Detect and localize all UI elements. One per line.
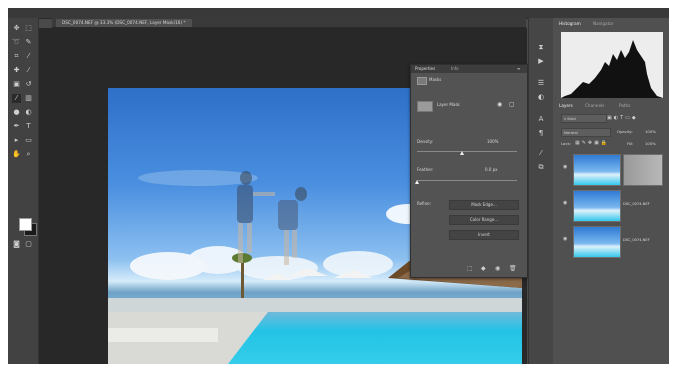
foreground-color-swatch[interactable] — [19, 218, 32, 231]
hand-tool-icon[interactable]: ✋ — [12, 150, 21, 159]
photoshop-window: DSC_0074.NEF @ 33.3% (DSC_0074.NEF, Laye… — [8, 8, 669, 364]
mask-section-icon — [417, 77, 427, 85]
quick-mask-icon[interactable]: ◙ — [12, 240, 21, 249]
blend-mode-select[interactable]: Normal — [561, 128, 611, 137]
zoom-tool-icon[interactable]: ⌕ — [24, 150, 33, 159]
character-panel-icon[interactable]: A — [536, 114, 546, 124]
tab-layers[interactable]: Layers — [559, 102, 573, 110]
move-tool-icon[interactable]: ✥ — [12, 24, 21, 33]
add-vector-mask-icon[interactable]: ▢ — [509, 101, 517, 109]
type-tool-icon[interactable]: T — [24, 122, 33, 131]
kind-filter-label: Kind — [567, 116, 576, 121]
layer-thumbnail — [573, 226, 621, 258]
feather-slider-knob[interactable] — [415, 180, 419, 184]
density-slider-knob[interactable] — [460, 151, 464, 155]
screen-mode-icon[interactable]: ▢ — [24, 240, 33, 249]
marquee-tool-icon[interactable]: ⬚ — [24, 24, 33, 33]
lasso-tool-icon[interactable]: ➰ — [12, 38, 21, 47]
actions-panel-icon[interactable]: ▶ — [536, 56, 546, 66]
density-value[interactable]: 100% — [487, 139, 498, 145]
layer-mask-thumbnail — [417, 101, 433, 112]
histogram-icon — [561, 40, 663, 98]
mask-edge-button[interactable]: Mask Edge... — [449, 200, 519, 210]
layer-thumbnail — [573, 190, 621, 222]
blur-tool-icon[interactable]: ● — [12, 108, 21, 117]
delete-mask-icon[interactable]: 🗑 — [509, 265, 517, 273]
mask-type-label: Layer Mask — [437, 102, 460, 107]
tab-paths[interactable]: Paths — [619, 102, 630, 110]
document-tab-bar: DSC_0074.NEF @ 33.3% (DSC_0074.NEF, Laye… — [52, 18, 526, 28]
invert-button[interactable]: Invert — [449, 230, 519, 240]
masks-section-label: Masks — [429, 77, 442, 82]
histogram-graph — [561, 32, 663, 98]
dodge-tool-icon[interactable]: ◐ — [24, 108, 33, 117]
fill-value[interactable]: 100% — [645, 141, 656, 147]
paragraph-panel-icon[interactable]: ¶ — [536, 128, 546, 138]
tab-channels[interactable]: Channels — [585, 102, 604, 110]
layer-row[interactable]: ◉ — [563, 150, 663, 186]
history-brush-tool-icon[interactable]: ↺ — [24, 80, 33, 89]
adjustments-panel-icon[interactable]: ◐ — [536, 92, 546, 102]
path-select-tool-icon[interactable]: ▸ — [12, 136, 21, 145]
eyedropper-tool-icon[interactable]: ⁄ — [24, 52, 33, 61]
lock-label: Lock: — [561, 141, 571, 146]
layer-filter-icons[interactable]: ▣◐T▭◆ — [607, 114, 663, 122]
layer-name[interactable]: DSC_0074.NEF — [623, 238, 650, 242]
clone-source-panel-icon[interactable]: ⧉ — [536, 162, 546, 172]
fill-label: Fill: — [627, 141, 634, 146]
refine-label: Refine: — [417, 201, 431, 206]
quick-select-tool-icon[interactable]: ✎ — [24, 38, 33, 47]
layer-thumbnail — [573, 154, 621, 186]
crop-tool-icon[interactable]: ⌗ — [12, 52, 21, 61]
visibility-eye-icon[interactable]: ◉ — [563, 236, 569, 242]
pen-tool-icon[interactable]: ✒ — [12, 122, 21, 131]
tab-info[interactable]: Info — [451, 65, 459, 73]
tab-navigator[interactable]: Navigator — [593, 20, 614, 28]
layer-name[interactable]: DSC_0074.NEF — [623, 202, 650, 206]
eraser-tool-icon[interactable]: ⁄ — [12, 94, 21, 103]
visibility-eye-icon[interactable]: ◉ — [563, 200, 569, 206]
history-panel-icon[interactable]: ⧗ — [536, 42, 546, 52]
lock-icons[interactable]: ▦✎✥▣🔒 — [575, 140, 615, 147]
document-tab[interactable]: DSC_0074.NEF @ 33.3% (DSC_0074.NEF, Laye… — [56, 19, 192, 27]
properties-panel: Properties Info ≡ Masks Layer Mask ◉ ▢ D… — [410, 64, 528, 278]
color-range-button[interactable]: Color Range... — [449, 215, 519, 225]
healing-tool-icon[interactable]: ✚ — [12, 66, 21, 75]
apply-mask-icon[interactable]: ◆ — [481, 265, 489, 273]
select-pixel-mask-icon[interactable]: ◉ — [497, 101, 505, 109]
visibility-eye-icon[interactable]: ◉ — [563, 164, 569, 170]
density-label: Density: — [417, 139, 434, 144]
load-selection-icon[interactable]: ⬚ — [467, 265, 475, 273]
clone-stamp-tool-icon[interactable]: ▣ — [12, 80, 21, 89]
layer-mask-thumbnail[interactable] — [623, 154, 663, 186]
panel-menu-icon[interactable]: ≡ — [517, 65, 520, 73]
feather-slider-track[interactable] — [417, 180, 517, 181]
tab-properties[interactable]: Properties — [415, 65, 435, 73]
layer-row[interactable]: ◉ DSC_0074.NEF — [563, 222, 663, 258]
feather-value[interactable]: 0.0 px — [485, 167, 498, 173]
layer-row[interactable]: ◉ DSC_0074.NEF — [563, 186, 663, 222]
brush-tool-icon[interactable]: ⁄ — [24, 66, 33, 75]
tab-histogram[interactable]: Histogram — [559, 20, 581, 28]
right-panels: Histogram Navigator Layers Channels Path… — [553, 18, 669, 364]
tools-panel: ✥ ⬚ ➰ ✎ ⌗ ⁄ ✚ ⁄ ▣ ↺ ⁄ ▥ ● ◐ ✒ T ▸ ▭ ✋ ⌕ … — [8, 18, 39, 364]
feather-label: Feather: — [417, 167, 434, 172]
opacity-label: Opacity: — [617, 129, 633, 134]
disable-mask-icon[interactable]: ◉ — [495, 265, 503, 273]
properties-panel-header: Properties Info ≡ — [411, 65, 527, 73]
shape-tool-icon[interactable]: ▭ — [24, 136, 33, 145]
gradient-tool-icon[interactable]: ▥ — [24, 94, 33, 103]
opacity-value[interactable]: 100% — [645, 129, 656, 135]
layer-kind-filter[interactable]: ⌕ Kind — [561, 114, 607, 123]
panel-dock-strip: ⧗ ▶ ☰ ◐ A ¶ ⁄ ⧉ — [528, 18, 554, 364]
density-slider-track[interactable] — [417, 151, 517, 152]
brush-panel-icon[interactable]: ⁄ — [536, 148, 546, 158]
properties-panel-icon[interactable]: ☰ — [536, 78, 546, 88]
